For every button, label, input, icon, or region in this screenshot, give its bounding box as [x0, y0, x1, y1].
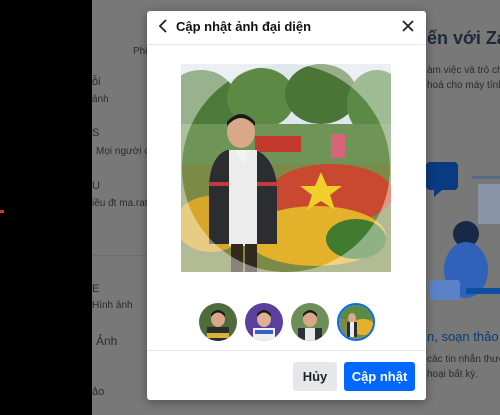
dialog-header: Cập nhật ảnh đại diện	[147, 11, 426, 41]
avatar-option-1[interactable]	[199, 303, 237, 341]
chevron-left-icon[interactable]	[155, 17, 173, 35]
cancel-button[interactable]: Hủy	[293, 362, 337, 391]
update-button[interactable]: Cập nhật	[344, 362, 415, 391]
update-avatar-dialog: Cập nhật ảnh đại diện Hủy Cập nhật	[147, 11, 426, 400]
close-icon[interactable]	[399, 17, 417, 35]
bg-feature-desc: các tin nhắn thươ	[427, 354, 500, 365]
bg-item-title: E	[92, 283, 100, 295]
bg-item-sub: iều đt ma.rat	[92, 198, 148, 209]
bg-item-title: S	[92, 127, 100, 139]
left-dark-panel	[0, 0, 92, 415]
bg-item-title: Ảnh	[96, 334, 118, 348]
footer-divider	[147, 350, 426, 351]
red-indicator	[0, 210, 4, 213]
bg-item-sub: ảnh	[92, 94, 109, 105]
bg-item-title: ỗi	[92, 76, 101, 88]
bg-item-title: U	[92, 180, 100, 192]
bg-desc: hoá cho máy tính	[427, 80, 500, 91]
avatar-option-2[interactable]	[245, 303, 283, 341]
bg-feature-desc: hoại bất kỳ.	[427, 369, 479, 380]
bg-feature-title: n, soạn thảo i	[427, 329, 500, 344]
avatar-option-4[interactable]	[337, 303, 375, 341]
header-divider	[147, 44, 426, 45]
bg-item-sub: Mọi người c	[96, 146, 150, 157]
bg-divider	[92, 255, 148, 256]
bg-item-title: ảo	[92, 386, 105, 398]
bg-illustration	[426, 162, 500, 300]
avatar-option-3[interactable]	[291, 303, 329, 341]
dialog-title: Cập nhật ảnh đại diện	[176, 19, 312, 34]
bg-welcome-heading: ến với Zalo	[427, 28, 500, 48]
bg-desc: àm việc và trò ch	[427, 65, 500, 76]
avatar-preview-image[interactable]	[181, 64, 391, 272]
bg-item-sub: Hình ảnh	[92, 300, 133, 311]
bg-tab-label: Phi	[133, 46, 148, 57]
